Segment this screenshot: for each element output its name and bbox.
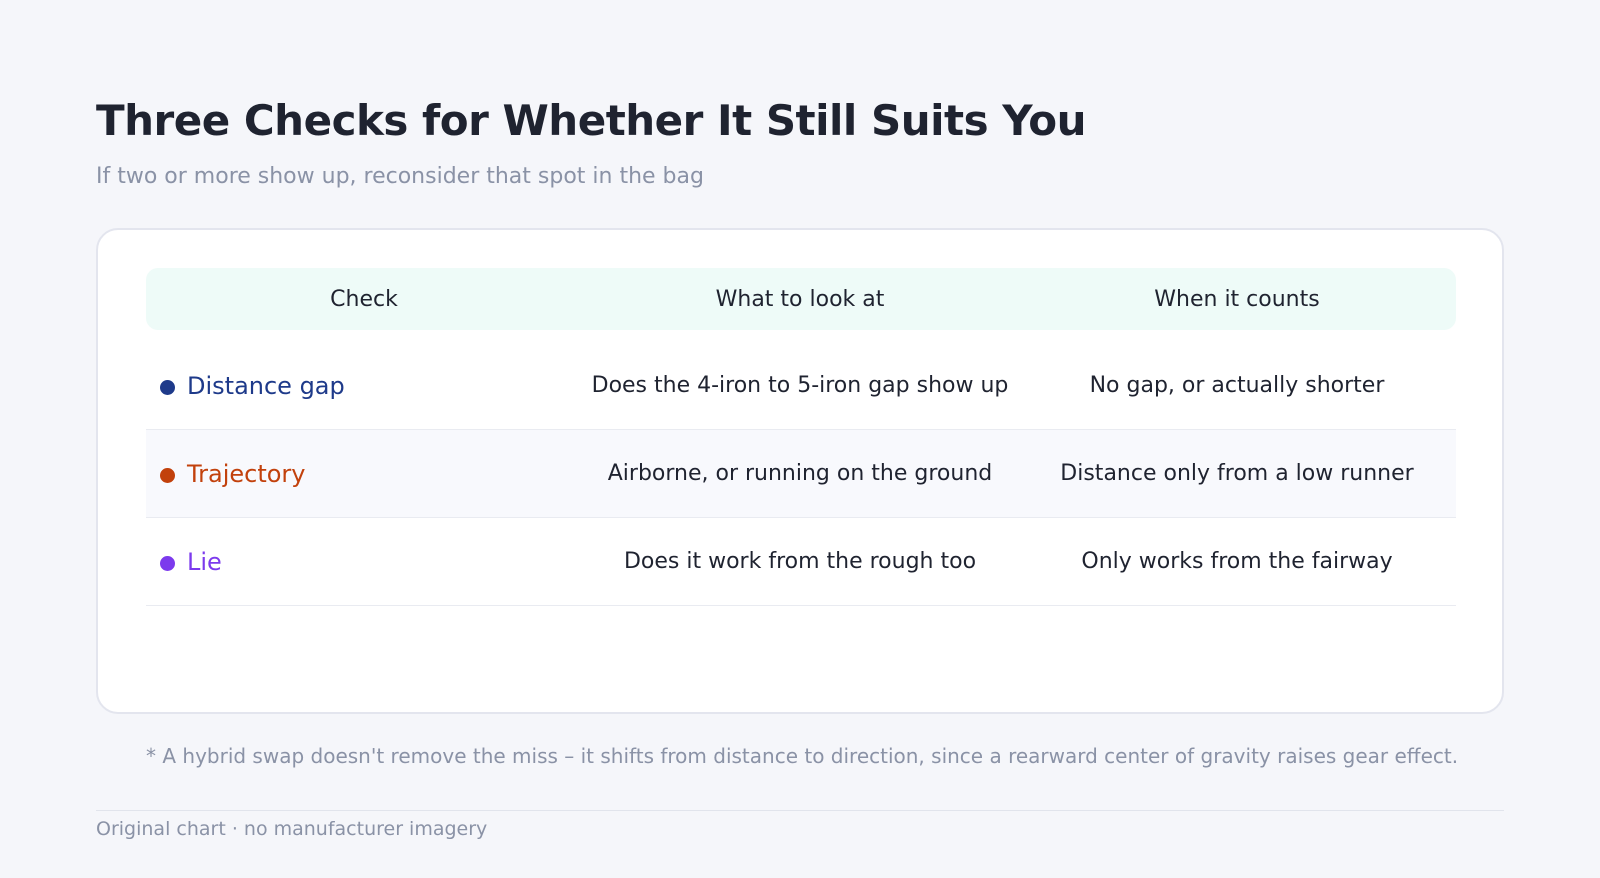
trajectory-dot-icon <box>160 468 175 483</box>
checks-card: Check What to look at When it counts Dis… <box>96 228 1504 714</box>
checks-table: Check What to look at When it counts Dis… <box>146 268 1456 606</box>
counts-cell: Distance only from a low runner <box>1060 461 1414 486</box>
footnote: * A hybrid swap doesn't remove the miss … <box>146 744 1459 768</box>
table-row-lie: Lie Does it work from the rough too Only… <box>146 518 1456 606</box>
check-label: Trajectory <box>187 459 306 488</box>
page-subtitle: If two or more show up, reconsider that … <box>96 164 704 189</box>
check-label: Lie <box>187 547 222 576</box>
look-at-cell: Does the 4-iron to 5-iron gap show up <box>591 373 1009 398</box>
check-cell: Distance gap <box>146 372 582 400</box>
counts-cell: No gap, or actually shorter <box>1089 373 1385 398</box>
look-at-cell: Does it work from the rough too <box>623 549 977 574</box>
source-note: Original chart · no manufacturer imagery <box>96 818 488 840</box>
table-row-trajectory: Trajectory Airborne, or running on the g… <box>146 430 1456 518</box>
check-cell: Lie <box>146 548 582 576</box>
counts-cell: Only works from the fairway <box>1081 549 1393 574</box>
table-header-row: Check What to look at When it counts <box>146 268 1456 330</box>
check-cell: Trajectory <box>146 460 582 488</box>
table-row-distance-gap: Distance gap Does the 4-iron to 5-iron g… <box>146 342 1456 430</box>
look-at-cell: Airborne, or running on the ground <box>607 461 993 486</box>
distance-gap-dot-icon <box>160 380 175 395</box>
header-check: Check <box>330 286 398 312</box>
check-label: Distance gap <box>187 371 345 400</box>
page-title: Three Checks for Whether It Still Suits … <box>96 96 1087 145</box>
header-what-to-look-at: What to look at <box>715 286 885 312</box>
page: Three Checks for Whether It Still Suits … <box>0 0 1600 878</box>
footer-divider <box>96 810 1504 811</box>
lie-dot-icon <box>160 556 175 571</box>
header-when-it-counts: When it counts <box>1154 286 1320 312</box>
